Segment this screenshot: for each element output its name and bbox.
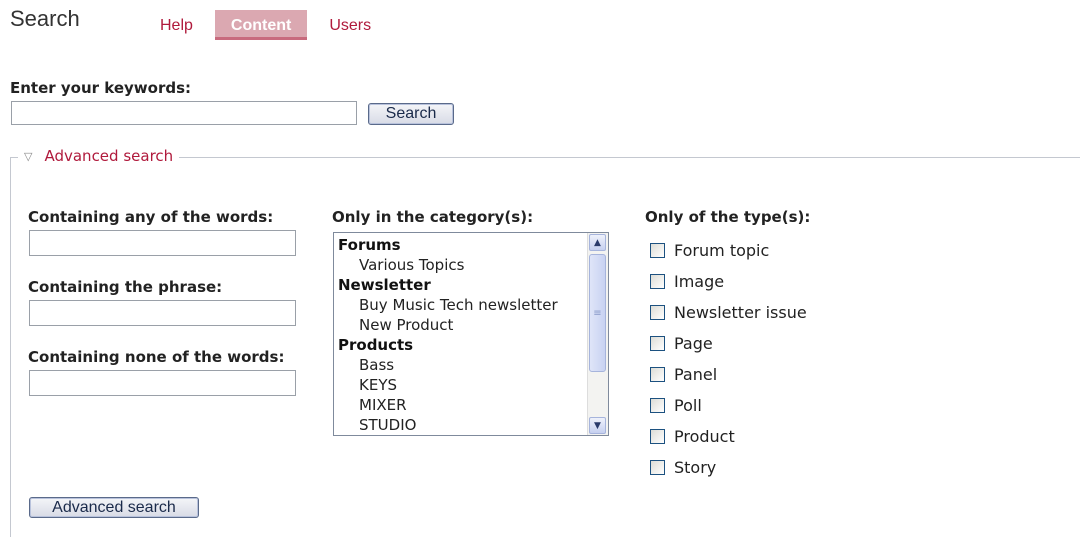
triangle-down-icon[interactable]: ▽: [24, 150, 32, 163]
type-option-image[interactable]: Image: [650, 266, 807, 297]
search-button[interactable]: Search: [368, 103, 454, 125]
type-checkbox-list: Forum topic Image Newsletter issue Page …: [650, 235, 807, 483]
tab-content[interactable]: Content: [214, 10, 308, 40]
list-option[interactable]: Bass: [334, 355, 588, 375]
checkbox[interactable]: [650, 460, 665, 475]
tab-users[interactable]: Users: [319, 10, 381, 40]
list-option[interactable]: KEYS: [334, 375, 588, 395]
list-option[interactable]: New Product: [334, 315, 588, 335]
checkbox[interactable]: [650, 367, 665, 382]
list-option[interactable]: Buy Music Tech newsletter: [334, 295, 588, 315]
optgroup-newsletter: Newsletter: [338, 276, 431, 294]
category-listbox[interactable]: Forums Various Topics Newsletter Buy Mus…: [333, 232, 609, 436]
arrow-down-icon[interactable]: ▼: [589, 417, 606, 434]
checkbox[interactable]: [650, 243, 665, 258]
page-title: Search: [10, 6, 80, 31]
none-words-label: Containing none of the words:: [28, 348, 285, 366]
type-option-page[interactable]: Page: [650, 328, 807, 359]
scrollbar-thumb[interactable]: ≡: [589, 254, 606, 372]
keywords-input[interactable]: [11, 101, 357, 125]
none-words-input[interactable]: [29, 370, 296, 396]
checkbox[interactable]: [650, 305, 665, 320]
checkbox[interactable]: [650, 429, 665, 444]
type-option-panel[interactable]: Panel: [650, 359, 807, 390]
list-option[interactable]: MIXER: [334, 395, 588, 415]
type-option-product[interactable]: Product: [650, 421, 807, 452]
advanced-search-button[interactable]: Advanced search: [29, 497, 199, 518]
phrase-label: Containing the phrase:: [28, 278, 223, 296]
list-option[interactable]: Various Topics: [334, 255, 588, 275]
type-option-forum-topic[interactable]: Forum topic: [650, 235, 807, 266]
type-label: Only of the type(s):: [645, 208, 811, 226]
any-words-input[interactable]: [29, 230, 296, 256]
any-words-label: Containing any of the words:: [28, 208, 274, 226]
checkbox[interactable]: [650, 274, 665, 289]
listbox-scrollbar[interactable]: ▲ ≡ ▼: [587, 233, 608, 435]
keywords-label: Enter your keywords:: [10, 79, 192, 97]
optgroup-products: Products: [338, 336, 414, 354]
list-option[interactable]: STUDIO: [334, 415, 588, 435]
checkbox[interactable]: [650, 336, 665, 351]
type-option-poll[interactable]: Poll: [650, 390, 807, 421]
tab-bar: Help Content Users: [150, 10, 381, 40]
type-option-story[interactable]: Story: [650, 452, 807, 483]
phrase-input[interactable]: [29, 300, 296, 326]
tab-help[interactable]: Help: [150, 10, 203, 40]
advanced-search-toggle[interactable]: Advanced search: [44, 147, 173, 165]
checkbox[interactable]: [650, 398, 665, 413]
arrow-up-icon[interactable]: ▲: [589, 234, 606, 251]
optgroup-forums: Forums: [338, 236, 401, 254]
type-option-newsletter-issue[interactable]: Newsletter issue: [650, 297, 807, 328]
category-label: Only in the category(s):: [332, 208, 534, 226]
advanced-search-legend[interactable]: ▽ Advanced search: [18, 147, 180, 165]
